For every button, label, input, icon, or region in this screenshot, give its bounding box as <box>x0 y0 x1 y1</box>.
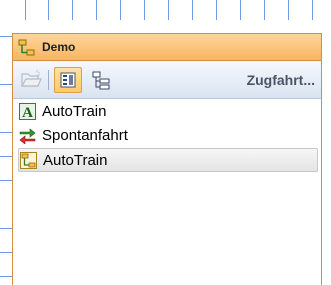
grid-line <box>264 0 265 20</box>
zugfahrt-button[interactable]: Zugfahrt... <box>247 72 315 88</box>
grid-line <box>120 0 121 20</box>
grid-line <box>96 0 97 20</box>
grid-line <box>144 0 145 20</box>
grid-line <box>216 0 217 20</box>
grid-line <box>0 180 12 181</box>
grid-line <box>168 0 169 20</box>
list-item-label: Spontanfahrt <box>42 127 128 144</box>
panel-title-bar[interactable]: Demo <box>13 34 321 61</box>
switch-arrows-icon <box>19 127 36 145</box>
toolbar-separator <box>48 70 49 90</box>
grid-line <box>0 276 12 277</box>
designer-canvas: Demo Zugfahrt... A AutoTrain Spontanfahr… <box>0 0 331 285</box>
grid-line <box>240 0 241 20</box>
svg-text:A: A <box>22 105 33 120</box>
train-list: A AutoTrain Spontanfahrt AutoTrain <box>13 100 321 172</box>
list-item[interactable]: AutoTrain <box>18 148 318 172</box>
detail-list-icon <box>55 72 81 96</box>
list-item-label: AutoTrain <box>43 152 108 169</box>
letter-a-icon: A <box>19 103 36 121</box>
grid-line <box>288 0 289 20</box>
hierarchy-icon <box>88 71 116 97</box>
grid-line <box>0 132 12 133</box>
tree-view-button[interactable] <box>88 67 116 93</box>
grid-line <box>0 156 12 157</box>
grid-line <box>25 0 26 20</box>
demo-panel: Demo Zugfahrt... A AutoTrain Spontanfahr… <box>12 33 322 285</box>
list-item-label: AutoTrain <box>42 103 107 120</box>
grid-line <box>48 0 49 20</box>
grid-line <box>0 252 12 253</box>
list-item[interactable]: A AutoTrain <box>18 100 318 124</box>
tree-node-icon <box>20 152 37 169</box>
detail-view-button[interactable] <box>54 67 82 93</box>
open-folder-button[interactable] <box>17 67 45 93</box>
grid-line <box>312 0 313 20</box>
tree-node-icon <box>18 39 35 56</box>
panel-toolbar: Zugfahrt... <box>13 61 321 99</box>
grid-line <box>0 84 12 85</box>
grid-line <box>0 36 12 37</box>
panel-title: Demo <box>42 40 76 54</box>
grid-line <box>72 0 73 20</box>
grid-line <box>192 0 193 20</box>
list-item[interactable]: Spontanfahrt <box>18 124 318 148</box>
folder-icon <box>17 69 45 97</box>
grid-line <box>0 228 12 229</box>
